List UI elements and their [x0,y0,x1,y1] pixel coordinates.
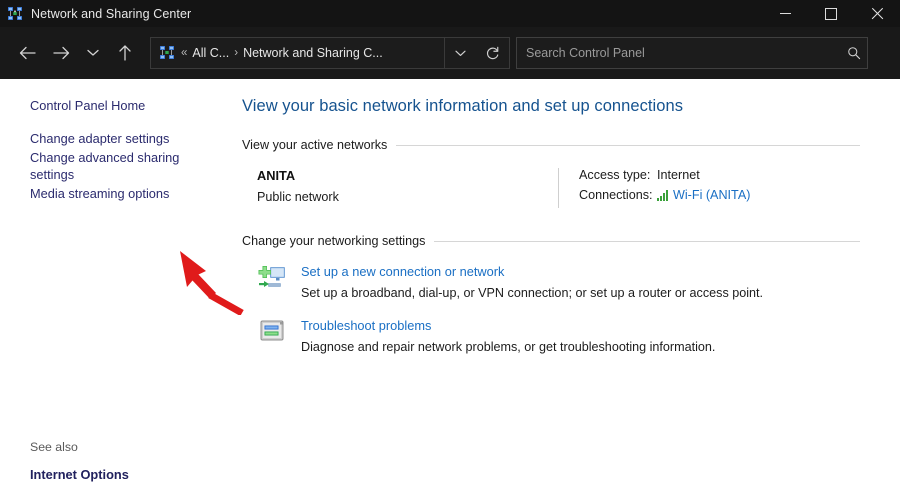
network-sharing-center-window: Network and Sharing Center « All C... › … [0,0,900,500]
active-network-row: ANITA Public network Access type: Intern… [242,168,860,208]
active-network-identity: ANITA Public network [242,168,558,208]
new-connection-icon [257,264,289,294]
network-type: Public network [257,190,339,204]
task-title-set-up-new-connection[interactable]: Set up a new connection or network [301,264,860,279]
task-description: Diagnose and repair network problems, or… [301,340,716,354]
task-body: Troubleshoot problems Diagnose and repai… [301,318,860,354]
chevron-down-icon [87,49,99,56]
close-button[interactable] [854,0,900,27]
detail-row-connections: Connections: Wi-Fi (ANITA) [579,188,860,202]
access-type-value: Internet [657,168,700,182]
search-icon[interactable] [841,46,867,60]
section-label: View your active networks [242,138,388,152]
connections-label: Connections: [579,188,653,202]
minimize-icon [779,13,791,14]
address-dropdown-button[interactable] [444,38,475,68]
refresh-icon [486,46,498,59]
chevron-down-icon [454,50,466,56]
navigation-bar: « All C... › Network and Sharing C... [0,27,900,79]
maximize-icon [825,7,837,20]
breadcrumb-separator: › [234,47,239,59]
maximize-button[interactable] [808,0,854,27]
section-header-active-networks: View your active networks [242,138,860,152]
sidebar-item-change-advanced-sharing-settings[interactable]: Change advanced sharing settings [30,149,190,183]
wifi-signal-icon [657,189,668,201]
vertical-divider [558,168,559,208]
task-set-up-new-connection[interactable]: Set up a new connection or network Set u… [242,264,860,300]
troubleshoot-icon [257,318,289,348]
active-network-details: Access type: Internet Connections: Wi-Fi… [579,168,860,208]
back-button[interactable] [10,36,44,70]
see-also-item-internet-options[interactable]: Internet Options [30,467,220,482]
task-troubleshoot-problems[interactable]: Troubleshoot problems Diagnose and repai… [242,318,860,354]
breadcrumb-overflow[interactable]: « [181,47,187,59]
sidebar-item-control-panel-home[interactable]: Control Panel Home [30,97,190,114]
network-name: ANITA [257,168,296,183]
title-bar: Network and Sharing Center [0,0,900,27]
up-button[interactable] [108,36,142,70]
window-title: Network and Sharing Center [31,6,192,21]
forward-arrow-icon [52,46,69,60]
up-arrow-icon [119,45,131,61]
network-sharing-icon [7,6,23,22]
control-panel-icon [159,45,175,61]
section-label: Change your networking settings [242,234,426,248]
section-divider [396,144,860,146]
back-arrow-icon [19,46,36,60]
address-bar[interactable]: « All C... › Network and Sharing C... [150,37,510,69]
task-title-troubleshoot-problems[interactable]: Troubleshoot problems [301,318,860,333]
search-input[interactable] [517,45,841,61]
search-box[interactable] [516,37,868,69]
recent-locations-button[interactable] [78,36,108,70]
minimize-button[interactable] [762,0,808,27]
see-also-section: See also Internet Options [30,440,220,482]
close-icon [871,8,883,20]
task-body: Set up a new connection or network Set u… [301,264,860,300]
main-panel: View your basic network information and … [236,79,900,500]
window-controls [762,0,900,27]
detail-row-access-type: Access type: Internet [579,168,860,182]
forward-button[interactable] [44,36,78,70]
sidebar-item-change-adapter-settings[interactable]: Change adapter settings [30,130,190,147]
access-type-label: Access type: [579,168,651,182]
breadcrumb: « All C... › Network and Sharing C... [181,46,444,60]
section-divider [434,240,860,242]
page-title: View your basic network information and … [242,97,684,115]
refresh-button[interactable] [475,37,509,69]
content-area: Control Panel Home Change adapter settin… [0,79,900,500]
task-description: Set up a broadband, dial-up, or VPN conn… [301,286,764,300]
connection-link-wifi[interactable]: Wi-Fi (ANITA) [673,188,750,202]
breadcrumb-item-network-sharing[interactable]: Network and Sharing C... [243,46,383,60]
breadcrumb-item-all-control-panel[interactable]: All C... [192,46,229,60]
sidebar: Control Panel Home Change adapter settin… [0,79,236,500]
see-also-label: See also [30,440,78,454]
sidebar-item-media-streaming-options[interactable]: Media streaming options [30,185,190,202]
section-header-networking-settings: Change your networking settings [242,234,860,248]
